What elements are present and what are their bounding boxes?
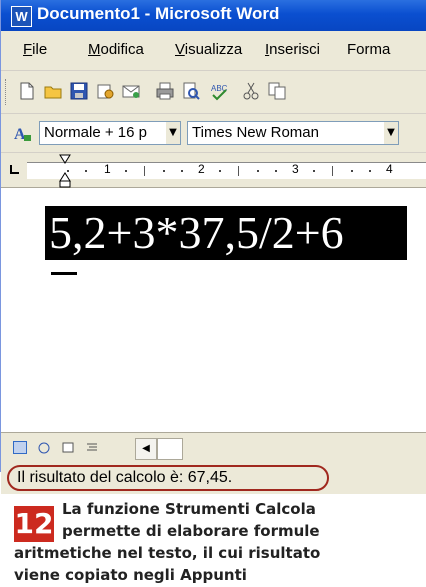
font-combo[interactable]: Times New Roman ▼ bbox=[187, 121, 399, 145]
normal-view-icon[interactable] bbox=[13, 441, 27, 454]
tab-selector-icon[interactable] bbox=[9, 163, 21, 175]
toolbar-grip[interactable] bbox=[5, 79, 9, 105]
menu-bar: File Modifica Visualizza Inserisci Forma bbox=[1, 31, 426, 71]
ruler-label: 2 bbox=[198, 162, 205, 176]
ruler-label: 4 bbox=[386, 162, 393, 176]
open-icon[interactable] bbox=[43, 81, 63, 101]
print-preview-icon[interactable] bbox=[181, 81, 201, 101]
spellcheck-icon[interactable]: ABC bbox=[209, 81, 229, 101]
menu-visualizza[interactable]: Visualizza bbox=[175, 41, 242, 58]
styles-pane-icon[interactable]: A bbox=[13, 123, 33, 143]
chevron-down-icon[interactable]: ▼ bbox=[166, 122, 180, 144]
view-buttons-bar: ◀ bbox=[1, 432, 426, 463]
menu-formato[interactable]: Forma bbox=[347, 41, 390, 58]
formatting-toolbar: A Normale + 16 p ▼ Times New Roman ▼ bbox=[1, 114, 426, 153]
standard-toolbar: ABC bbox=[1, 71, 426, 114]
copy-icon[interactable] bbox=[267, 81, 287, 101]
ruler-strip: 1 2 3 4 bbox=[27, 154, 426, 188]
caption-line: permette di elaborare formule bbox=[62, 522, 320, 540]
email-icon[interactable] bbox=[121, 81, 141, 101]
window-title: Documento1 - Microsoft Word bbox=[37, 4, 280, 23]
status-bar: Il risultato del calcolo è: 67,45. bbox=[1, 462, 426, 494]
title-bar[interactable]: W Documento1 - Microsoft Word bbox=[1, 0, 426, 31]
caption-line: aritmetiche nel testo, il cui risultato bbox=[14, 544, 321, 562]
document-area[interactable]: 5,2+3*37,5/2+6 bbox=[1, 188, 426, 432]
status-text: Il risultato del calcolo è: 67,45. bbox=[17, 469, 233, 486]
text-cursor bbox=[51, 272, 77, 275]
ruler-label: 1 bbox=[104, 162, 111, 176]
menu-file[interactable]: File bbox=[23, 41, 47, 58]
chevron-down-icon[interactable]: ▼ bbox=[384, 122, 398, 144]
outline-view-icon[interactable] bbox=[85, 441, 99, 454]
figure-caption: 12 La funzione Strumenti Calcola permett… bbox=[0, 494, 426, 587]
horizontal-scrollbar-thumb[interactable] bbox=[157, 438, 183, 460]
ruler-label: 3 bbox=[292, 162, 299, 176]
horizontal-ruler[interactable]: 1 2 3 4 bbox=[1, 153, 426, 188]
print-layout-icon[interactable] bbox=[61, 441, 75, 454]
style-value: Normale + 16 p bbox=[44, 124, 147, 141]
print-icon[interactable] bbox=[155, 81, 175, 101]
cut-icon[interactable] bbox=[241, 81, 261, 101]
selected-formula-text[interactable]: 5,2+3*37,5/2+6 bbox=[45, 206, 407, 260]
caption-number-badge: 12 bbox=[14, 506, 54, 542]
permission-icon[interactable] bbox=[95, 81, 115, 101]
scroll-left-icon[interactable]: ◀ bbox=[135, 438, 157, 460]
new-icon[interactable] bbox=[17, 81, 37, 101]
menu-modifica[interactable]: Modifica bbox=[88, 41, 144, 58]
word-window: W Documento1 - Microsoft Word File Modif… bbox=[0, 0, 426, 494]
indent-marker-icon[interactable] bbox=[59, 154, 71, 188]
caption-line: La funzione Strumenti Calcola bbox=[62, 500, 316, 518]
caption-line: viene copiato negli Appunti bbox=[14, 566, 247, 584]
save-icon[interactable] bbox=[69, 81, 89, 101]
style-combo[interactable]: Normale + 16 p ▼ bbox=[39, 121, 181, 145]
menu-inserisci[interactable]: Inserisci bbox=[265, 41, 320, 58]
font-value: Times New Roman bbox=[192, 124, 319, 141]
word-app-icon[interactable]: W bbox=[11, 6, 32, 27]
web-layout-icon[interactable] bbox=[37, 441, 51, 454]
